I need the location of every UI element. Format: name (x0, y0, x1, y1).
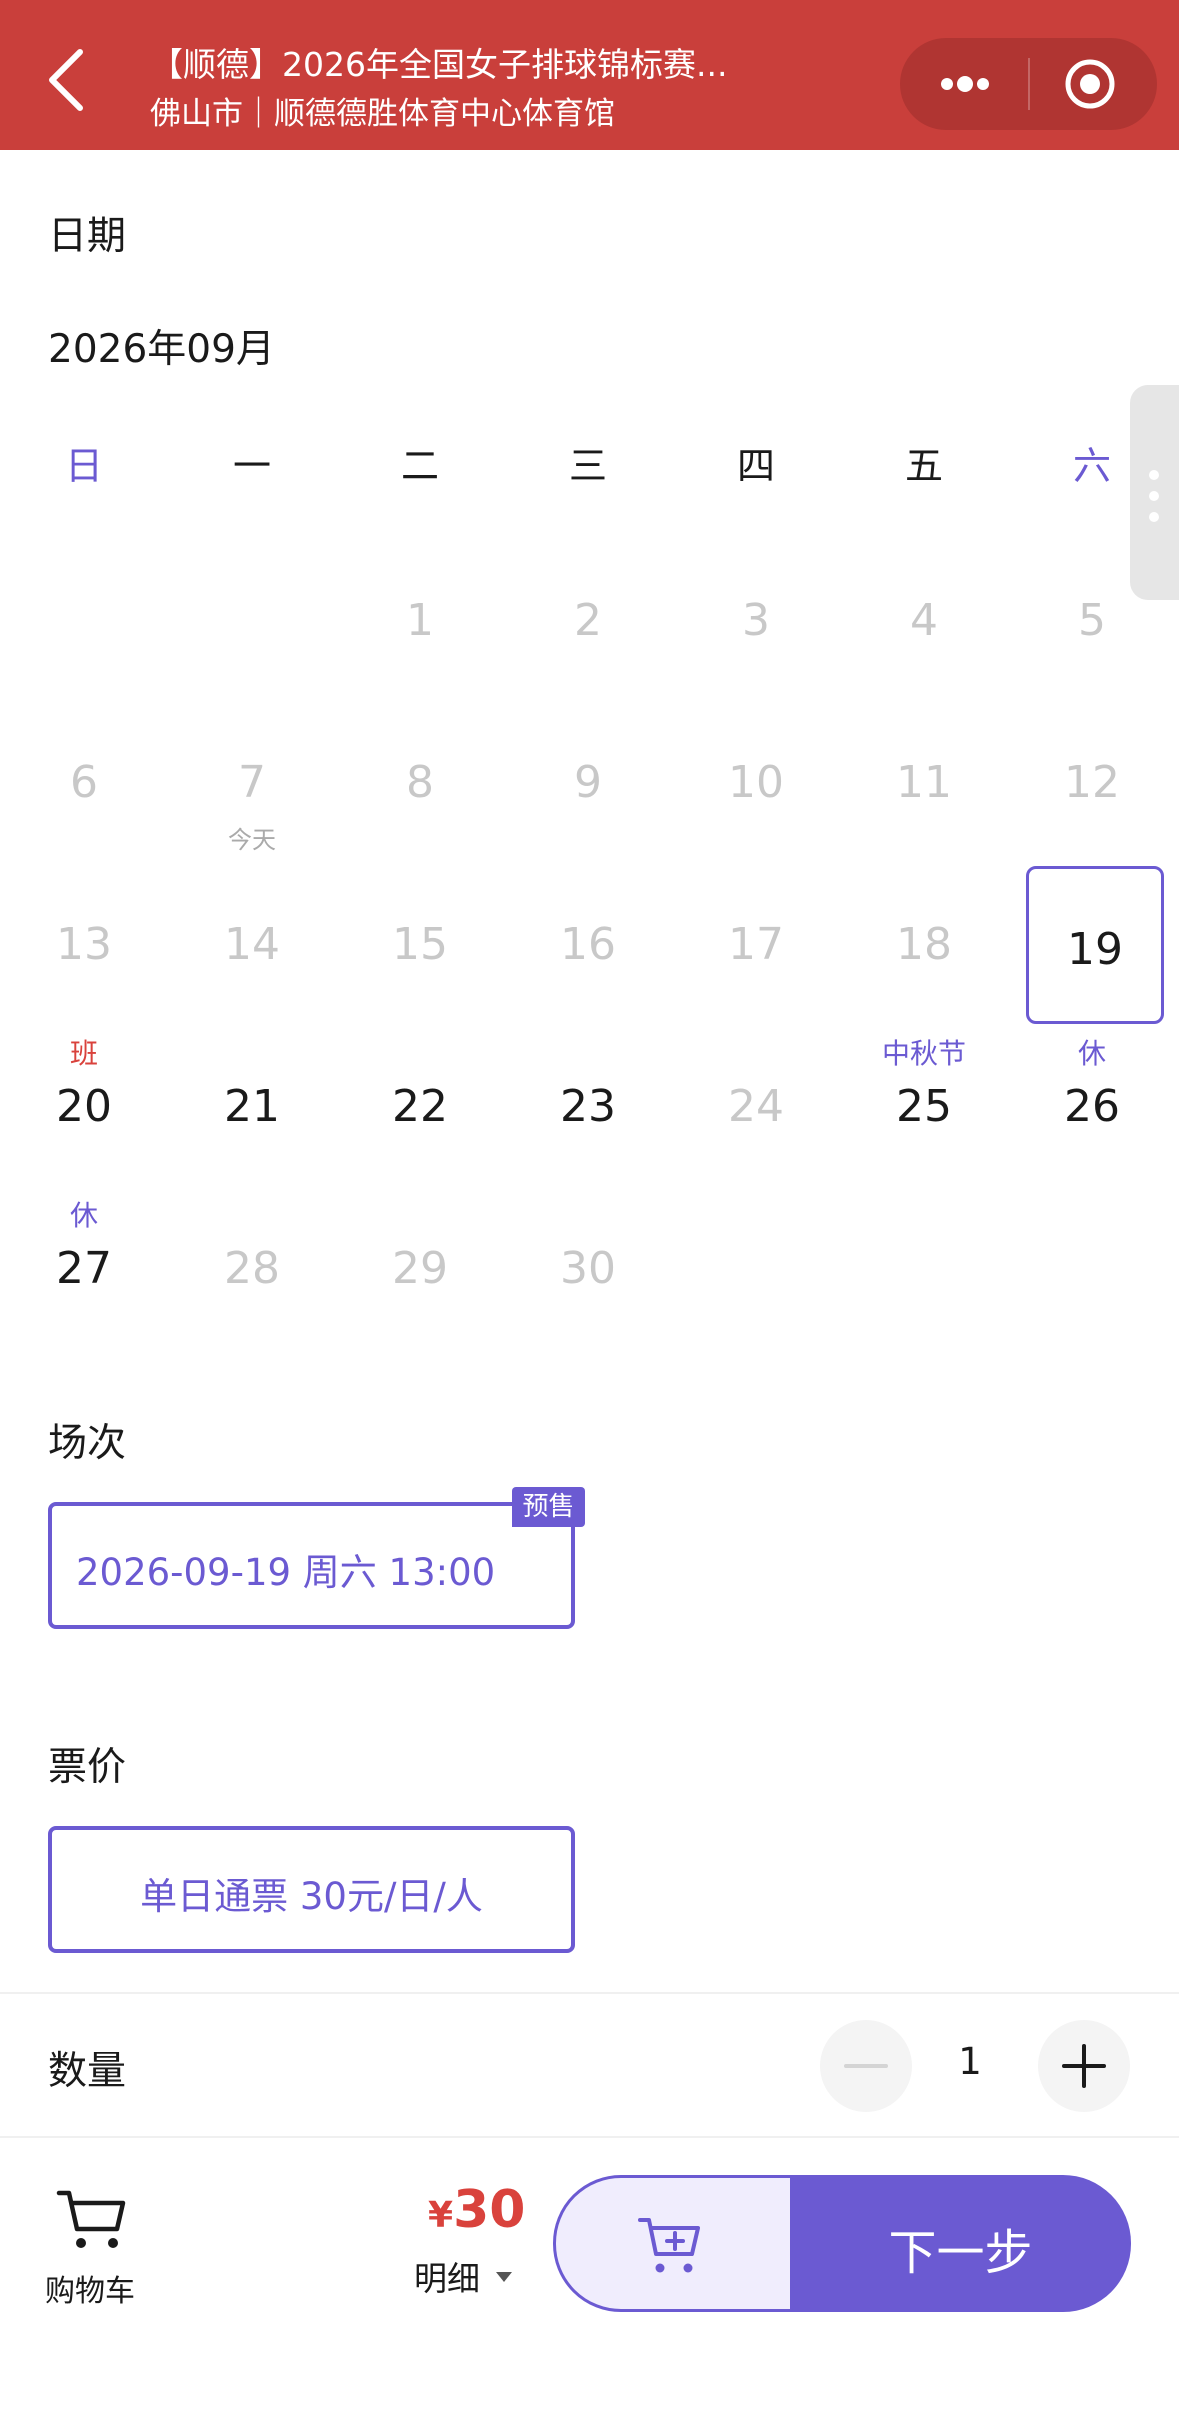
calendar-day[interactable]: 23 (518, 1026, 658, 1184)
quantity-label: 数量 (48, 2049, 127, 2094)
cart-label[interactable]: 购物车 (45, 2266, 135, 2310)
calendar-day[interactable]: 班 20 (14, 1026, 154, 1184)
ticket-price-option-label: 单日通票 30元/日/人 (140, 1875, 483, 1918)
calendar-day: 13 (56, 919, 112, 970)
page-title: 【顺德】2026年全国女子排球锦标赛... (150, 45, 728, 84)
weekday-mon: 一 (232, 444, 271, 488)
presale-badge: 预售 (512, 1487, 585, 1527)
calendar-day: 6 (70, 757, 98, 808)
calendar-day: 16 (560, 919, 616, 970)
calendar-day: 4 (910, 595, 938, 646)
total-amount: 30 (453, 2180, 526, 2240)
add-to-cart-icon (638, 2218, 700, 2273)
calendar-day: 9 (574, 757, 602, 808)
today-label: 今天 (228, 826, 276, 854)
calendar-day: 11 (896, 757, 952, 808)
calendar-day: 3 (742, 595, 770, 646)
add-to-cart-button[interactable] (553, 2175, 793, 2312)
calendar-day[interactable]: 22 (350, 1026, 490, 1184)
calendar-day: 18 (896, 919, 952, 970)
calendar-day: 14 (224, 919, 280, 970)
calendar-day: 29 (392, 1243, 448, 1294)
holiday-tag: 休 (69, 1199, 98, 1232)
back-icon[interactable] (40, 40, 100, 120)
session-option-label: 2026-09-19 周六 13:00 (76, 1551, 496, 1594)
next-step-button[interactable]: 下一步 (790, 2175, 1131, 2312)
target-icon[interactable] (1060, 54, 1120, 114)
calendar-day: 8 (406, 757, 434, 808)
weekday-tue: 二 (400, 444, 439, 488)
calendar-day-selected[interactable]: 19 (1026, 866, 1164, 1024)
calendar-day: 30 (560, 1243, 616, 1294)
total-price: ¥30 (428, 2180, 525, 2240)
quantity-decrease-button[interactable] (820, 2020, 912, 2112)
weekday-wed: 三 (568, 444, 607, 488)
divider (0, 1992, 1179, 1994)
calendar-day[interactable]: 休 27 (14, 1188, 154, 1346)
price-detail-toggle[interactable]: 明细 (414, 2252, 480, 2300)
currency-symbol: ¥ (428, 2195, 454, 2236)
ticket-price-option-button[interactable]: 单日通票 30元/日/人 (48, 1826, 575, 1953)
calendar-day: 10 (728, 757, 784, 808)
weekday-thu: 四 (736, 444, 775, 488)
month-label: 2026年09月 (48, 327, 275, 372)
quantity-value: 1 (958, 2040, 982, 2083)
next-step-label: 下一步 (888, 2225, 1033, 2281)
calendar-day: 1 (406, 595, 434, 646)
session-option-button[interactable]: 2026-09-19 周六 13:00 (48, 1502, 575, 1629)
more-icon[interactable] (930, 58, 1000, 110)
date-section-title: 日期 (48, 214, 127, 259)
vertical-dots-icon (1149, 470, 1159, 522)
calendar-day: 15 (392, 919, 448, 970)
capsule-divider (1028, 58, 1030, 110)
weekday-fri: 五 (904, 444, 943, 488)
calendar-day-today: 7 今天 (182, 702, 322, 860)
venue-subtitle: 佛山市｜顺德德胜体育中心体育馆 (150, 96, 615, 132)
price-section-title: 票价 (48, 1745, 127, 1790)
quantity-increase-button[interactable] (1038, 2020, 1130, 2112)
calendar-day: 12 (1064, 757, 1120, 808)
cart-icon[interactable] (55, 2185, 130, 2255)
calendar-day[interactable]: 21 (182, 1026, 322, 1184)
workday-tag: 班 (69, 1037, 98, 1070)
calendar-day: 28 (224, 1243, 280, 1294)
session-section-title: 场次 (48, 1421, 127, 1466)
caret-down-icon[interactable] (494, 2270, 514, 2284)
plus-icon (1062, 2044, 1106, 2088)
calendar-day: 24 (728, 1081, 784, 1132)
holiday-tag: 休 (1077, 1037, 1106, 1070)
holiday-tag: 中秋节 (881, 1037, 966, 1070)
calendar-day[interactable]: 中秋节 25 (854, 1026, 994, 1184)
calendar-day[interactable]: 休 26 (1022, 1026, 1162, 1184)
calendar-day: 17 (728, 919, 784, 970)
minus-icon (844, 2064, 888, 2068)
calendar-day: 2 (574, 595, 602, 646)
weekday-sun: 日 (64, 444, 103, 488)
